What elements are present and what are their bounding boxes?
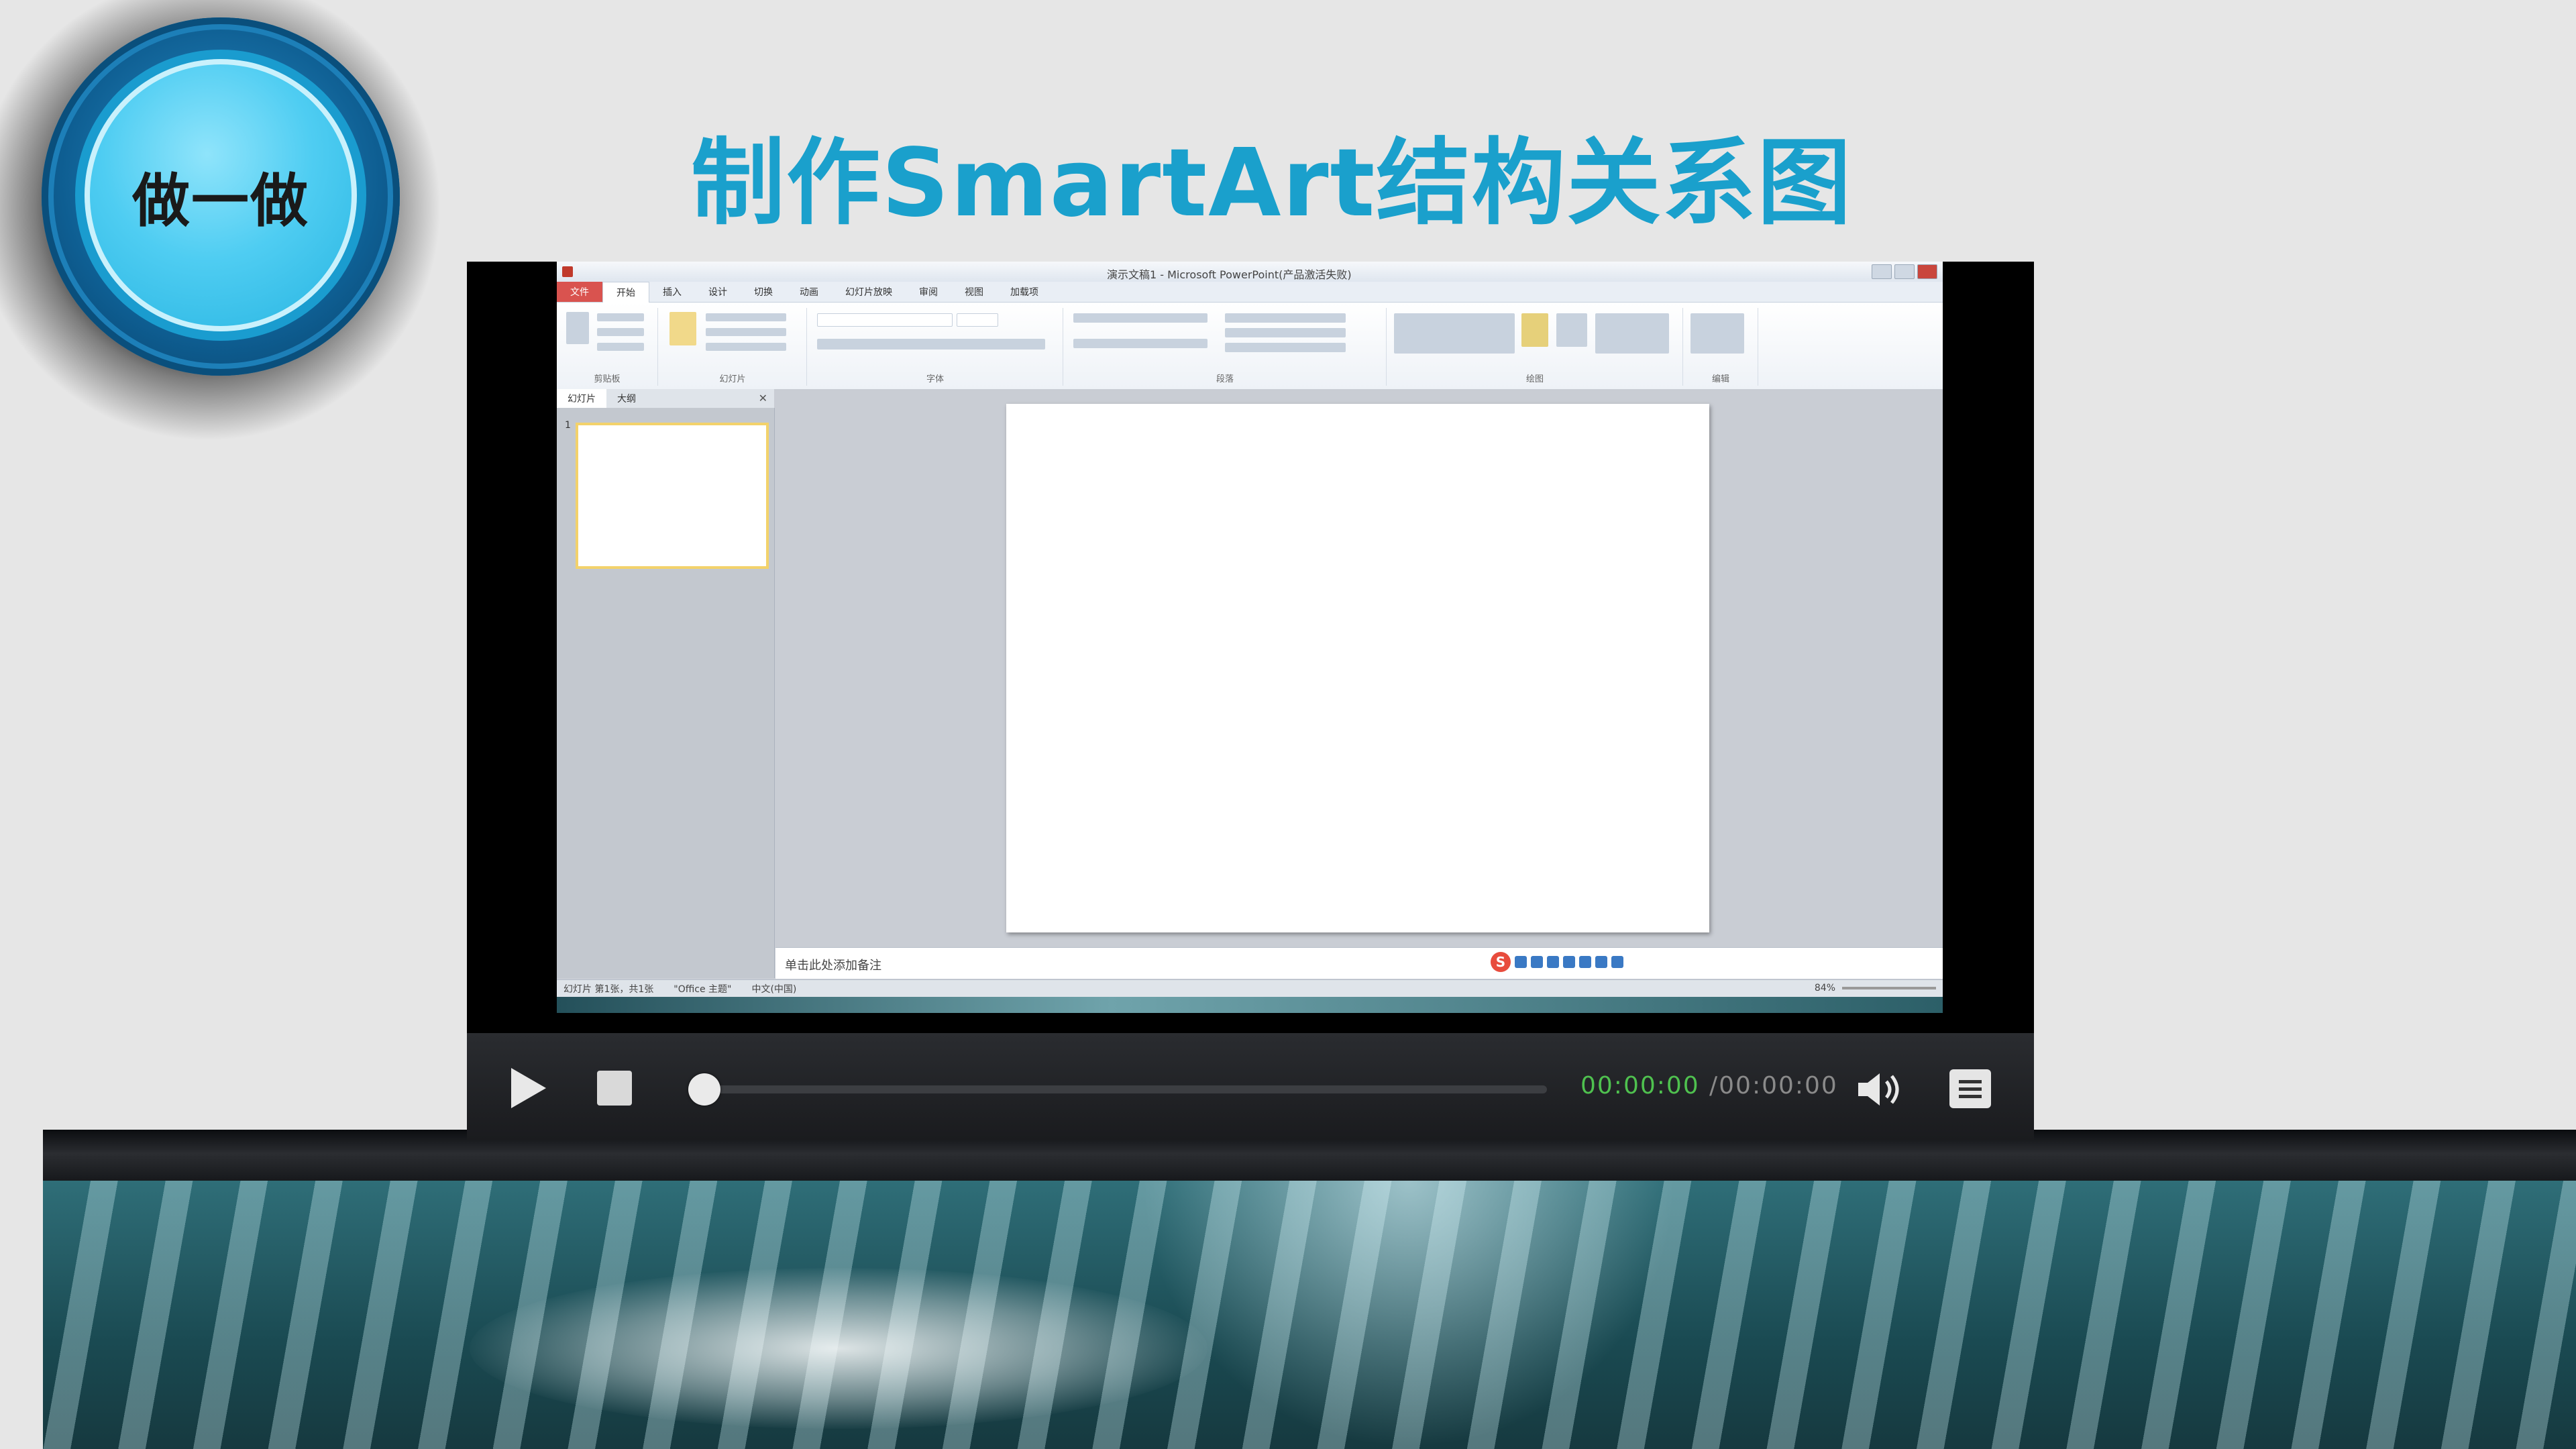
- sogou-icon: S: [1491, 952, 1511, 972]
- section-icon: [706, 343, 786, 351]
- list-icons: [1073, 313, 1208, 323]
- status-theme: "Office 主题": [674, 984, 732, 995]
- stop-icon[interactable]: [597, 1071, 632, 1106]
- volume-icon[interactable]: [1856, 1071, 1902, 1108]
- status-zoom: 84%: [1814, 983, 1835, 994]
- stage-glow: [1140, 1181, 1677, 1449]
- window-controls: [1872, 264, 1937, 279]
- new-slide-icon: [669, 312, 696, 345]
- shapes-gallery: [1394, 313, 1515, 354]
- tab-design: 设计: [708, 287, 727, 298]
- slides-pane: 1: [557, 408, 775, 978]
- maximize-icon: [1894, 264, 1915, 279]
- ime-punct-icon: [1531, 956, 1543, 968]
- format-painter-icon: [597, 343, 644, 351]
- total-time: /00:00:00: [1709, 1072, 1838, 1099]
- ribbon-tabs: 文件 开始 插入 设计 切换 动画 幻灯片放映 审阅 视图 加载项: [557, 281, 1943, 303]
- tab-slideshow: 幻灯片放映: [845, 287, 892, 298]
- ribbon-group-drawing: 绘图: [1387, 308, 1683, 386]
- tab-addins: 加载项: [1010, 287, 1038, 298]
- ribbon-group-label: 段落: [1216, 374, 1234, 384]
- close-icon: [1917, 264, 1937, 279]
- slide-canvas: [1006, 404, 1709, 932]
- seek-handle[interactable]: [688, 1073, 720, 1106]
- copy-icon: [597, 328, 644, 336]
- slides-pane-tabs: 幻灯片 大纲 ✕: [557, 389, 774, 409]
- reset-icon: [706, 328, 786, 336]
- quick-styles-icon: [1556, 313, 1587, 347]
- tab-insert: 插入: [663, 287, 682, 298]
- status-view-controls: 84%: [1815, 983, 1936, 994]
- align-text-icon: [1225, 328, 1346, 337]
- app-workspace: 幻灯片 大纲 ✕ 1 单击此处添加备注 S 幻灯片 第1张，共1张 "Offic…: [557, 389, 1943, 1013]
- seek-bar[interactable]: [688, 1085, 1547, 1093]
- app-statusbar: 幻灯片 第1张，共1张 "Office 主题" 中文(中国) 84%: [557, 979, 1943, 998]
- paste-icon: [566, 312, 589, 344]
- tab-view: 视图: [965, 287, 983, 298]
- app-window-title: 演示文稿1 - Microsoft PowerPoint(产品激活失败): [1107, 268, 1352, 281]
- find-replace-icons: [1690, 313, 1744, 354]
- ime-mode-icon: [1515, 956, 1527, 968]
- ribbon-group-font: 字体: [808, 308, 1063, 386]
- badge-label: 做一做: [132, 167, 309, 235]
- smartart-convert-icon: [1225, 343, 1346, 352]
- tab-animations: 动画: [800, 287, 818, 298]
- badge: 做一做: [85, 59, 357, 331]
- video-player[interactable]: 演示文稿1 - Microsoft PowerPoint(产品激活失败) 文件 …: [467, 262, 2034, 1140]
- play-icon[interactable]: [511, 1068, 546, 1108]
- smoke-effect: [470, 1268, 1208, 1429]
- notes-pane: 单击此处添加备注 S: [775, 947, 1943, 979]
- ime-emoji-icon: [1547, 956, 1559, 968]
- player-controls: 00:00:00 /00:00:00: [467, 1033, 2034, 1140]
- powerpoint-icon: [562, 266, 573, 277]
- ribbon-group-label: 字体: [926, 374, 944, 384]
- video-screen[interactable]: 演示文稿1 - Microsoft PowerPoint(产品激活失败) 文件 …: [557, 262, 1943, 1013]
- text-direction-icon: [1225, 313, 1346, 323]
- ribbon-group-paragraph: 段落: [1064, 308, 1387, 386]
- ribbon: 剪贴板 幻灯片 字体 段落 绘图 编辑: [557, 303, 1943, 390]
- cut-icon: [597, 313, 644, 321]
- shape-format-icons: [1595, 313, 1669, 354]
- close-icon: ✕: [758, 392, 767, 405]
- menu-icon[interactable]: [1949, 1069, 1991, 1108]
- page-title: 制作SmartArt结构关系图: [691, 129, 1853, 238]
- align-icons: [1073, 339, 1208, 348]
- ime-voice-icon: [1563, 956, 1575, 968]
- ribbon-group-editing: 编辑: [1684, 308, 1758, 386]
- ime-keyboard-icon: [1579, 956, 1591, 968]
- tab-transitions: 切换: [754, 287, 773, 298]
- ime-toolbar: S: [1491, 952, 1623, 972]
- slide-thumbnail: [576, 423, 769, 569]
- arrange-icon: [1521, 313, 1548, 347]
- current-time: 00:00:00: [1580, 1072, 1700, 1099]
- video-background-strip: [557, 997, 1943, 1013]
- status-slide-count: 幻灯片 第1张，共1张: [564, 984, 654, 995]
- tab-file: 文件: [557, 282, 602, 302]
- tab-home: 开始: [602, 281, 649, 303]
- font-size-input: [957, 313, 998, 327]
- app-titlebar: 演示文稿1 - Microsoft PowerPoint(产品激活失败): [557, 262, 1943, 282]
- notes-placeholder: 单击此处添加备注: [785, 959, 881, 973]
- slide-canvas-area: [775, 389, 1943, 946]
- tab-slides: 幻灯片: [557, 389, 606, 408]
- ime-tools-icon: [1611, 956, 1623, 968]
- minimize-icon: [1872, 264, 1892, 279]
- font-format-icons: [817, 339, 1045, 350]
- thumb-number: 1: [565, 420, 571, 431]
- ribbon-group-clipboard: 剪贴板: [557, 308, 658, 386]
- ribbon-group-slides: 幻灯片: [659, 308, 807, 386]
- ribbon-group-label: 幻灯片: [719, 374, 746, 384]
- zoom-slider: [1842, 987, 1936, 989]
- ribbon-group-label: 绘图: [1525, 374, 1544, 384]
- tab-review: 审阅: [919, 287, 938, 298]
- status-language: 中文(中国): [751, 984, 797, 995]
- ribbon-group-label: 编辑: [1711, 374, 1729, 384]
- ribbon-group-label: 剪贴板: [594, 374, 621, 384]
- font-name-input: [817, 313, 953, 327]
- tab-outline: 大纲: [617, 394, 636, 405]
- layout-icon: [706, 313, 786, 321]
- ime-skin-icon: [1595, 956, 1607, 968]
